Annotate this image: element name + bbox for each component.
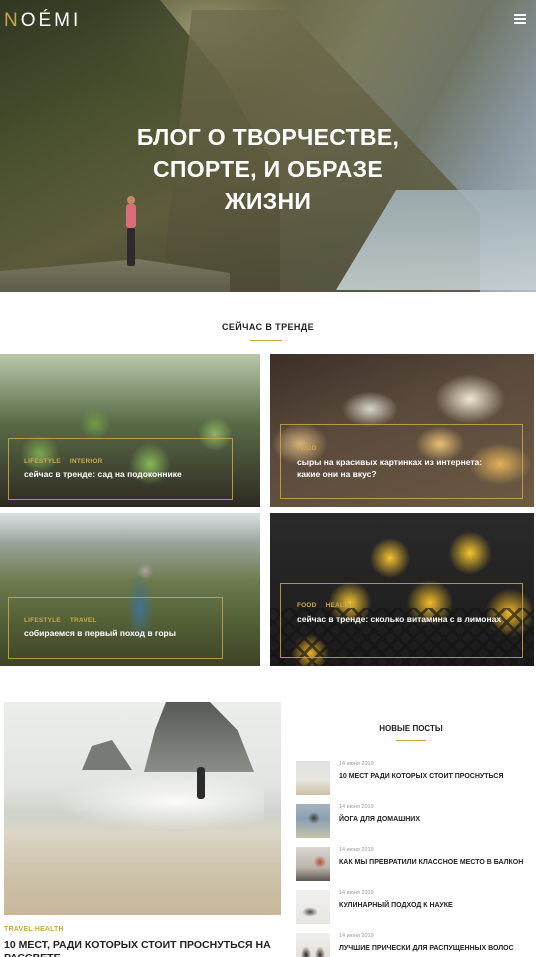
- new-post-thumbnail[interactable]: [296, 890, 330, 924]
- trending-card-2[interactable]: FOOD сыры на красивых картинках из интер…: [270, 354, 534, 507]
- category-interior[interactable]: INTERIOR: [70, 458, 103, 465]
- new-post-title[interactable]: КУЛИНАРНЫЙ ПОДХОД К НАУКЕ: [339, 901, 531, 910]
- hero-banner: NOÉMI БЛОГ О ТВОРЧЕСТВЕ, СПОРТЕ, И ОБРАЗ…: [0, 0, 536, 292]
- hero-title-line3: ЖИЗНИ: [224, 188, 312, 214]
- new-post-item[interactable]: 14 июня 2019 КАК МЫ ПРЕВРАТИЛИ КЛАССНОЕ …: [296, 847, 532, 883]
- category-travel[interactable]: TRAVEL: [70, 617, 97, 624]
- hero-title-line1: БЛОГ О ТВОРЧЕСТВЕ,: [136, 124, 400, 150]
- category-food[interactable]: FOOD: [297, 445, 317, 452]
- new-post-date: 14 июня 2019: [339, 761, 374, 767]
- trending-card-1-categories: LIFESTYLE INTERIOR: [24, 458, 103, 465]
- trending-heading-underline: [250, 340, 282, 341]
- new-post-title[interactable]: КАК МЫ ПРЕВРАТИЛИ КЛАССНОЕ МЕСТО В БАЛКО…: [339, 858, 531, 867]
- feature-post-title[interactable]: 10 МЕСТ, РАДИ КОТОРЫХ СТОИТ ПРОСНУТЬСЯ Н…: [4, 939, 274, 957]
- trending-card-3[interactable]: LIFESTYLE TRAVEL собираемся в первый похо…: [0, 513, 260, 666]
- new-post-title[interactable]: 10 МЕСТ РАДИ КОТОРЫХ СТОИТ ПРОСНУТЬСЯ: [339, 772, 531, 781]
- trending-card-4-categories: FOOD HEALTH: [297, 602, 353, 609]
- hero-title: БЛОГ О ТВОРЧЕСТВЕ, СПОРТЕ, И ОБРАЗЕ ЖИЗН…: [0, 121, 536, 217]
- trending-card-3-categories: LIFESTYLE TRAVEL: [24, 617, 97, 624]
- category-food[interactable]: FOOD: [297, 602, 317, 609]
- feature-post-image[interactable]: [4, 702, 281, 915]
- new-post-item[interactable]: 14 июня 2019 10 МЕСТ РАДИ КОТОРЫХ СТОИТ …: [296, 761, 532, 797]
- new-post-date: 14 июня 2019: [339, 890, 374, 896]
- sea-rock-small: [82, 740, 132, 770]
- beach-walker: [197, 767, 205, 799]
- trending-card-1-title[interactable]: сейчас в тренде: сад на подоконнике: [24, 468, 234, 480]
- logo-text: OÉMI: [20, 10, 82, 31]
- new-post-thumbnail[interactable]: [296, 933, 330, 957]
- trending-heading: СЕЙЧАС В ТРЕНДЕ: [222, 322, 314, 332]
- new-post-date: 14 июня 2019: [339, 804, 374, 810]
- feature-post-categories[interactable]: TRAVEL HEALTH: [4, 926, 64, 933]
- new-posts-heading: НОВЫЕ ПОСТЫ: [379, 724, 443, 733]
- hamburger-menu-icon[interactable]: [514, 14, 526, 24]
- site-logo[interactable]: NOÉMI: [4, 10, 81, 32]
- new-post-thumbnail[interactable]: [296, 847, 330, 881]
- new-post-item[interactable]: 14 июня 2019 ЛУЧШИЕ ПРИЧЕСКИ ДЛЯ РАСПУЩЕ…: [296, 933, 532, 957]
- new-post-date: 14 июня 2019: [339, 933, 374, 939]
- trending-card-4-title[interactable]: сейчас в тренде: сколько витамина с в ли…: [297, 613, 507, 625]
- category-lifestyle[interactable]: LIFESTYLE: [24, 617, 61, 624]
- new-post-title[interactable]: ЛУЧШИЕ ПРИЧЕСКИ ДЛЯ РАСПУЩЕННЫХ ВОЛОС: [339, 944, 531, 953]
- new-post-item[interactable]: 14 июня 2019 КУЛИНАРНЫЙ ПОДХОД К НАУКЕ: [296, 890, 532, 926]
- category-health[interactable]: HEALTH: [326, 602, 353, 609]
- new-post-thumbnail[interactable]: [296, 761, 330, 795]
- new-posts-heading-underline: [396, 740, 426, 741]
- new-post-title[interactable]: ЙОГА ДЛЯ ДОМАШНИХ: [339, 815, 531, 824]
- logo-letter-accent: N: [4, 10, 21, 31]
- new-post-item[interactable]: 14 июня 2019 ЙОГА ДЛЯ ДОМАШНИХ: [296, 804, 532, 840]
- sea-rock: [144, 702, 254, 772]
- new-post-date: 14 июня 2019: [339, 847, 374, 853]
- trending-card-4[interactable]: FOOD HEALTH сейчас в тренде: сколько вита…: [270, 513, 534, 666]
- category-lifestyle[interactable]: LIFESTYLE: [24, 458, 61, 465]
- new-post-thumbnail[interactable]: [296, 804, 330, 838]
- sun-reflection: [44, 772, 264, 832]
- trending-card-2-title[interactable]: сыры на красивых картинках из интернета:…: [297, 456, 497, 480]
- hero-title-line2: СПОРТЕ, И ОБРАЗЕ: [152, 156, 384, 182]
- trending-card-2-categories: FOOD: [297, 445, 317, 452]
- trending-card-3-title[interactable]: собираемся в первый поход в горы: [24, 627, 224, 639]
- trending-card-1[interactable]: LIFESTYLE INTERIOR сейчас в тренде: сад н…: [0, 354, 260, 507]
